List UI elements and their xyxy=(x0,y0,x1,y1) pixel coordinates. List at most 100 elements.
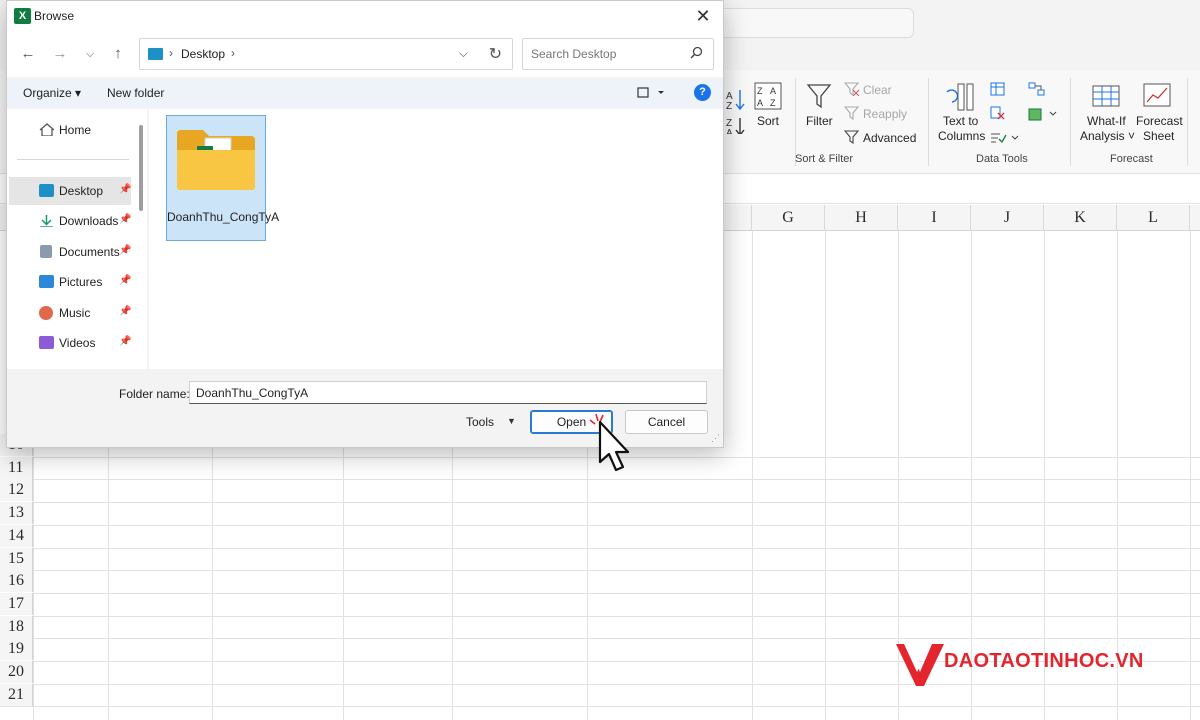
brand-logo: DAOTAOTINHOC.VN xyxy=(894,640,1184,690)
column-header[interactable]: G xyxy=(752,205,825,231)
search-icon[interactable] xyxy=(690,46,703,59)
nav-item-videos[interactable]: Videos 📌 xyxy=(9,329,131,357)
sort-label[interactable]: Sort xyxy=(757,114,779,128)
cancel-button[interactable]: Cancel xyxy=(625,410,708,434)
advanced-filter-icon[interactable] xyxy=(844,130,860,144)
help-icon[interactable]: ? xyxy=(694,84,711,101)
sort-dialog-icon[interactable]: Z A A Z xyxy=(754,82,782,110)
row-header[interactable]: 15 xyxy=(0,547,33,570)
breadcrumb-separator[interactable]: › xyxy=(231,46,235,60)
row-header[interactable]: 17 xyxy=(0,592,33,615)
clear-label: Clear xyxy=(863,83,892,97)
row-header[interactable]: 21 xyxy=(0,683,33,706)
organize-menu[interactable]: Organize ▾ xyxy=(23,86,81,100)
grid-line xyxy=(0,592,1200,594)
row-header[interactable]: 12 xyxy=(0,479,33,502)
excel-search-box[interactable] xyxy=(724,8,914,38)
nav-item-label: Documents xyxy=(59,245,120,259)
nav-item-home[interactable]: Home xyxy=(9,116,131,144)
column-header[interactable]: H xyxy=(825,205,898,231)
row-header[interactable]: 13 xyxy=(0,502,33,525)
folder-name-input[interactable] xyxy=(189,381,707,404)
nav-item-downloads[interactable]: Downloads 📌 xyxy=(9,207,131,235)
column-header[interactable]: J xyxy=(971,205,1044,231)
browse-dialog: X Browse ✕ ← → ⌵ ↑ › Desktop › ⌵ ↻ Searc… xyxy=(6,0,724,448)
desktop-icon xyxy=(39,184,54,197)
search-field[interactable]: Search Desktop xyxy=(522,38,714,70)
text-to-columns-line2[interactable]: Columns xyxy=(938,129,985,143)
nav-item-desktop[interactable]: Desktop 📌 xyxy=(9,177,131,205)
address-dropdown-chevron-icon[interactable]: ⌵ xyxy=(459,46,468,61)
refresh-icon[interactable]: ↻ xyxy=(489,44,502,64)
nav-item-label: Pictures xyxy=(59,275,103,289)
grid-line xyxy=(0,456,1200,458)
flash-fill-icon[interactable] xyxy=(990,82,1006,96)
column-header[interactable]: K xyxy=(1044,205,1117,231)
sort-az-icon[interactable]: A Z Z A xyxy=(726,86,746,134)
forecast-line2[interactable]: Sheet xyxy=(1143,129,1174,143)
what-if-line1[interactable]: What-If xyxy=(1087,114,1126,128)
what-if-line2[interactable]: Analysis ˅ xyxy=(1080,129,1135,143)
grid-line xyxy=(0,547,1200,549)
navigation-pane: Home Desktop 📌 Downloads 📌 Documents 📌 P… xyxy=(7,109,147,369)
dialog-titlebar[interactable]: X Browse ✕ xyxy=(7,1,723,31)
pin-icon: 📌 xyxy=(119,275,132,286)
advanced-label[interactable]: Advanced xyxy=(863,131,916,145)
group-forecast: Forecast xyxy=(1110,153,1153,165)
recent-chevron-down-icon[interactable]: ⌵ xyxy=(79,43,101,65)
data-validation-icon[interactable] xyxy=(990,130,1020,144)
svg-text:Z: Z xyxy=(757,86,763,96)
reapply-label: Reapply xyxy=(863,107,908,121)
row-header[interactable]: 16 xyxy=(0,570,33,593)
text-to-columns-line1[interactable]: Text to xyxy=(943,114,978,128)
row-header[interactable]: 18 xyxy=(0,615,33,638)
address-bar[interactable]: › Desktop › ⌵ ↻ xyxy=(139,38,513,70)
column-header[interactable]: I xyxy=(898,205,971,231)
row-header[interactable]: 11 xyxy=(0,456,33,479)
tools-menu[interactable]: Tools xyxy=(466,415,494,429)
ribbon-separator xyxy=(1187,78,1188,166)
nav-item-label: Home xyxy=(59,123,92,137)
folder-name-label: Folder name: xyxy=(119,387,190,401)
nav-scrollbar[interactable] xyxy=(139,125,143,211)
back-arrow-icon[interactable]: ← xyxy=(17,43,39,65)
nav-item-documents[interactable]: Documents 📌 xyxy=(9,238,131,266)
row-header[interactable]: 14 xyxy=(0,524,33,547)
dialog-footer: Folder name: Tools ▼ Open Cancel ⋰ xyxy=(7,369,723,447)
documents-icon xyxy=(40,245,52,258)
tools-caret-icon[interactable]: ▼ xyxy=(507,416,516,426)
svg-text:Z: Z xyxy=(726,101,732,112)
filter-icon[interactable] xyxy=(806,82,832,110)
nav-item-pictures[interactable]: Pictures 📌 xyxy=(9,268,131,296)
close-button[interactable]: ✕ xyxy=(691,5,715,27)
breadcrumb-desktop[interactable]: Desktop xyxy=(181,47,225,61)
resize-grip-icon[interactable]: ⋰ xyxy=(711,433,720,444)
breadcrumb-separator[interactable]: › xyxy=(169,46,173,60)
data-model-icon[interactable] xyxy=(1028,106,1058,122)
open-button[interactable]: Open xyxy=(530,410,613,434)
pin-icon: 📌 xyxy=(119,245,132,256)
remove-duplicates-icon[interactable] xyxy=(990,106,1006,120)
column-header[interactable]: L xyxy=(1117,205,1190,231)
folder-item[interactable]: X DoanhThu_CongTyA xyxy=(166,115,279,241)
grid-line xyxy=(0,615,1200,617)
forward-arrow-icon[interactable]: → xyxy=(49,43,71,65)
row-header[interactable]: 20 xyxy=(0,661,33,683)
view-options-icon[interactable] xyxy=(637,87,665,99)
grid-line xyxy=(0,479,1200,481)
new-folder-button[interactable]: New folder xyxy=(107,86,164,100)
ribbon-separator xyxy=(928,78,929,166)
up-arrow-icon[interactable]: ↑ xyxy=(107,43,129,65)
forecast-line1[interactable]: Forecast xyxy=(1136,114,1183,128)
nav-item-label: Videos xyxy=(59,336,96,350)
relationships-icon[interactable] xyxy=(1028,82,1046,96)
pin-icon: 📌 xyxy=(119,306,132,317)
nav-item-music[interactable]: Music 📌 xyxy=(9,299,131,327)
pin-icon: 📌 xyxy=(119,184,132,195)
forecast-sheet-icon[interactable] xyxy=(1143,82,1173,110)
text-to-columns-icon[interactable] xyxy=(944,82,976,112)
row-header[interactable]: 19 xyxy=(0,638,33,661)
what-if-icon[interactable] xyxy=(1092,82,1124,110)
filter-label[interactable]: Filter xyxy=(806,114,833,128)
pin-icon: 📌 xyxy=(119,336,132,347)
